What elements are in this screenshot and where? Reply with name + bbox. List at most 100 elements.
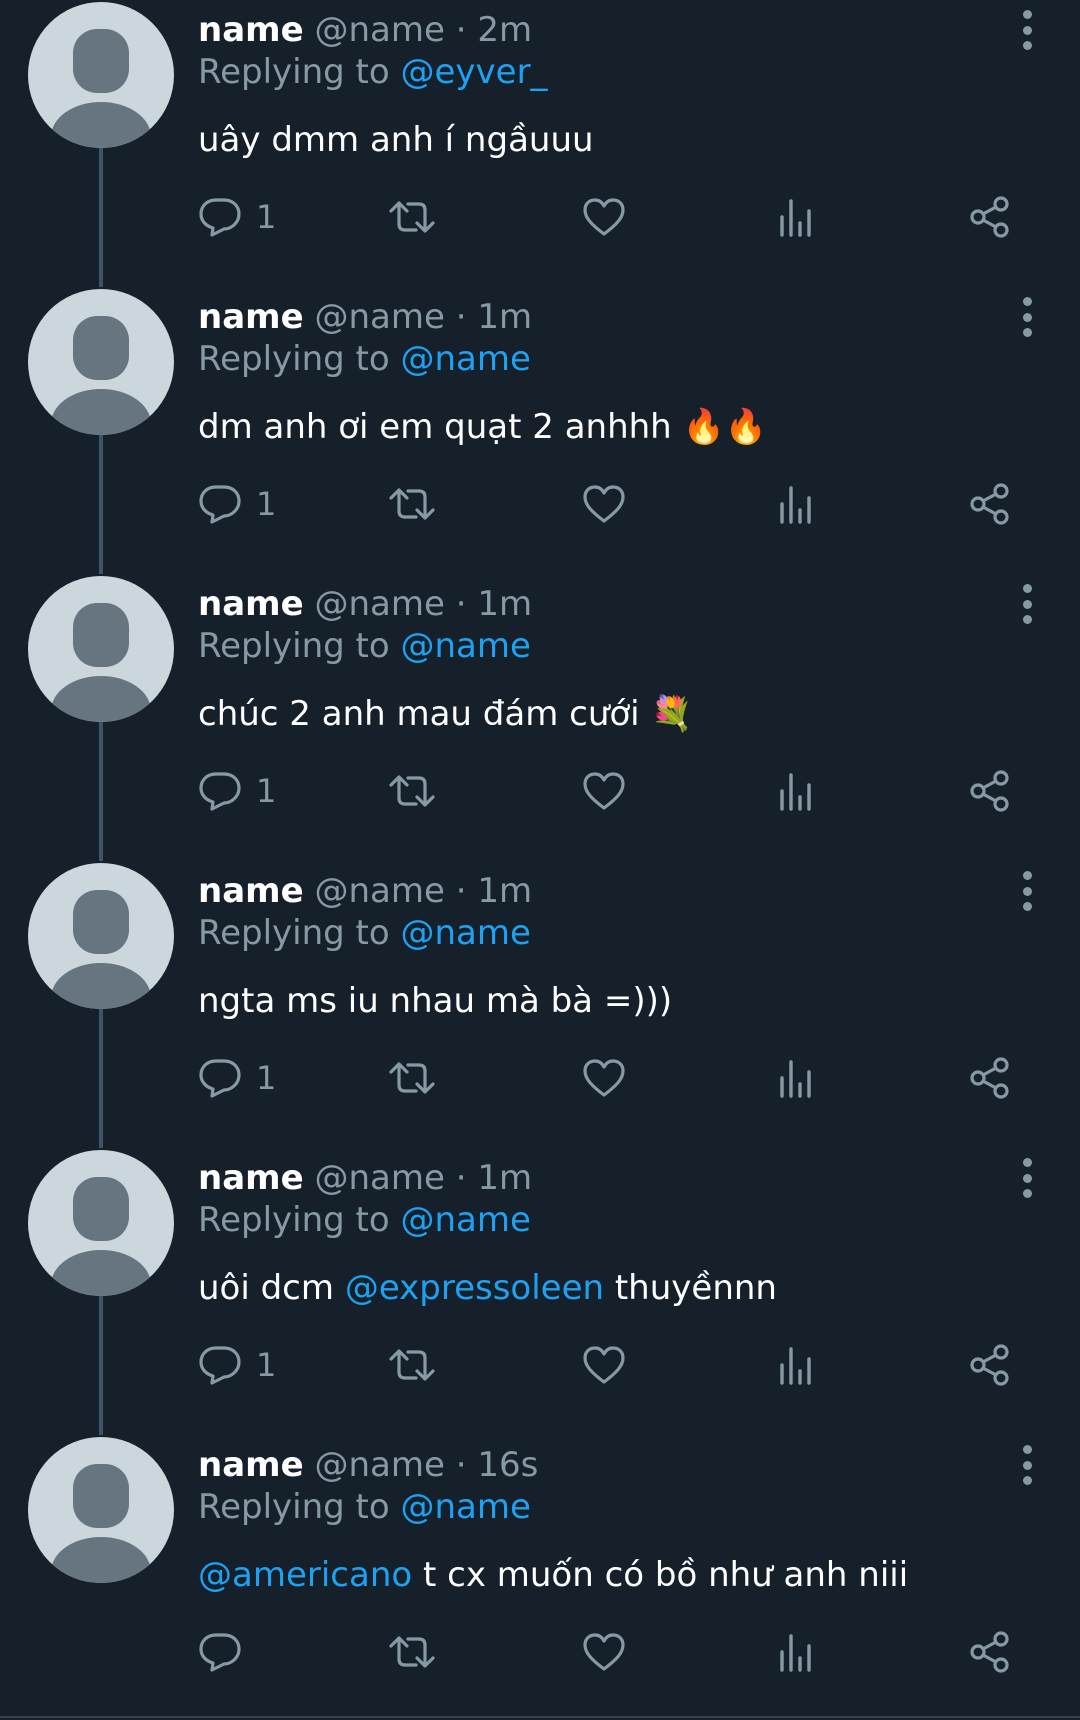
tweet-text-start: chúc 2 anh mau đám cưới	[198, 694, 650, 734]
reply-button[interactable]: 1	[198, 1053, 276, 1103]
replying-to-mention[interactable]: @name	[401, 1487, 531, 1527]
more-dot	[1023, 1158, 1032, 1167]
avatar-shoulders-shape	[51, 1250, 151, 1296]
tweet-text-mention[interactable]: @expressoleen	[345, 1268, 604, 1308]
more-options-icon[interactable]	[1020, 10, 1034, 50]
display-name[interactable]: name	[198, 871, 304, 911]
retweet-button[interactable]	[388, 1053, 436, 1103]
display-name[interactable]: name	[198, 584, 304, 624]
more-options-icon[interactable]	[1020, 584, 1034, 624]
replying-to-label: Replying to	[198, 52, 390, 92]
share-button[interactable]	[968, 192, 1012, 242]
heart-icon	[582, 769, 626, 813]
retweet-button[interactable]	[388, 1627, 436, 1677]
display-name[interactable]: name	[198, 10, 304, 50]
replying-to-mention[interactable]: @name	[401, 913, 531, 953]
views-button[interactable]	[776, 1053, 816, 1103]
tweet-text-mention[interactable]: @americano	[198, 1555, 412, 1595]
share-button[interactable]	[968, 766, 1012, 816]
user-handle[interactable]: @name	[314, 871, 444, 911]
like-button[interactable]	[582, 1627, 626, 1677]
retweet-button[interactable]	[388, 766, 436, 816]
reply-button[interactable]: 1	[198, 192, 276, 242]
replying-to-mention[interactable]: @name	[401, 339, 531, 379]
reply-button[interactable]: 1	[198, 766, 276, 816]
views-button[interactable]	[776, 1627, 816, 1677]
tweet[interactable]: name @name · 1m Replying to @name dm anh…	[0, 287, 1080, 574]
avatar[interactable]	[28, 289, 174, 435]
avatar-shoulders-shape	[51, 102, 151, 148]
bar-chart-icon	[776, 1343, 816, 1387]
like-button[interactable]	[582, 479, 626, 529]
share-button[interactable]	[968, 1340, 1012, 1390]
separator-dot: ·	[456, 297, 467, 337]
tweet-emoji: 💐	[650, 694, 692, 734]
more-dot	[1023, 328, 1032, 337]
retweet-button[interactable]	[388, 479, 436, 529]
user-handle[interactable]: @name	[314, 10, 444, 50]
share-button[interactable]	[968, 479, 1012, 529]
views-button[interactable]	[776, 766, 816, 816]
more-options-icon[interactable]	[1020, 871, 1034, 911]
tweet[interactable]: name @name · 2m Replying to @eyver_ uây …	[0, 0, 1080, 287]
display-name[interactable]: name	[198, 1158, 304, 1198]
tweet[interactable]: name @name · 1m Replying to @name ngta m…	[0, 861, 1080, 1148]
tweet[interactable]: name @name · 1m Replying to @name uôi dc…	[0, 1148, 1080, 1435]
user-handle[interactable]: @name	[314, 1158, 444, 1198]
retweet-button[interactable]	[388, 1340, 436, 1390]
user-handle[interactable]: @name	[314, 1445, 444, 1485]
reply-button[interactable]: 1	[198, 1340, 276, 1390]
more-dot	[1023, 1189, 1032, 1198]
tweet-header: name @name · 2m	[198, 10, 532, 50]
avatar[interactable]	[28, 863, 174, 1009]
timestamp[interactable]: 2m	[477, 10, 532, 50]
timestamp[interactable]: 1m	[477, 584, 532, 624]
tweet[interactable]: name @name · 1m Replying to @name chúc 2…	[0, 574, 1080, 861]
replying-to-mention[interactable]: @name	[401, 1200, 531, 1240]
tweet-header: name @name · 1m	[198, 297, 532, 337]
more-options-icon[interactable]	[1020, 297, 1034, 337]
tweet-text: dm anh ơi em quạt 2 anhhh 🔥🔥	[198, 406, 767, 448]
like-button[interactable]	[582, 766, 626, 816]
retweet-button[interactable]	[388, 192, 436, 242]
replying-to-mention[interactable]: @name	[401, 626, 531, 666]
tweet-header: name @name · 1m	[198, 871, 532, 911]
heart-icon	[582, 1630, 626, 1674]
display-name[interactable]: name	[198, 297, 304, 337]
display-name[interactable]: name	[198, 1445, 304, 1485]
replying-to-label: Replying to	[198, 913, 390, 953]
user-handle[interactable]: @name	[314, 584, 444, 624]
avatar[interactable]	[28, 1437, 174, 1583]
like-button[interactable]	[582, 1053, 626, 1103]
reply-button[interactable]	[198, 1627, 256, 1677]
share-button[interactable]	[968, 1053, 1012, 1103]
like-button[interactable]	[582, 1340, 626, 1390]
tweet-actions-bar: 1	[198, 766, 1028, 816]
timestamp[interactable]: 1m	[477, 871, 532, 911]
reply-thread: name @name · 2m Replying to @eyver_ uây …	[0, 0, 1080, 1718]
share-button[interactable]	[968, 1627, 1012, 1677]
reply-icon	[198, 769, 242, 813]
more-options-icon[interactable]	[1020, 1445, 1034, 1485]
avatar[interactable]	[28, 1150, 174, 1296]
tweet[interactable]: name @name · 16s Replying to @name @amer…	[0, 1435, 1080, 1720]
like-button[interactable]	[582, 192, 626, 242]
timestamp[interactable]: 1m	[477, 297, 532, 337]
replying-to-line: Replying to @name	[198, 626, 531, 666]
reply-button[interactable]: 1	[198, 479, 276, 529]
more-options-icon[interactable]	[1020, 1158, 1034, 1198]
heart-icon	[582, 1056, 626, 1100]
tweet-text: uôi dcm @expressoleen thuyềnnn	[198, 1267, 777, 1309]
avatar[interactable]	[28, 2, 174, 148]
avatar-shoulders-shape	[51, 1537, 151, 1583]
views-button[interactable]	[776, 192, 816, 242]
timestamp[interactable]: 16s	[477, 1445, 538, 1485]
retweet-icon	[388, 195, 436, 239]
views-button[interactable]	[776, 479, 816, 529]
user-handle[interactable]: @name	[314, 297, 444, 337]
replying-to-mention[interactable]: @eyver_	[401, 52, 548, 92]
timestamp[interactable]: 1m	[477, 1158, 532, 1198]
heart-icon	[582, 1343, 626, 1387]
views-button[interactable]	[776, 1340, 816, 1390]
avatar[interactable]	[28, 576, 174, 722]
